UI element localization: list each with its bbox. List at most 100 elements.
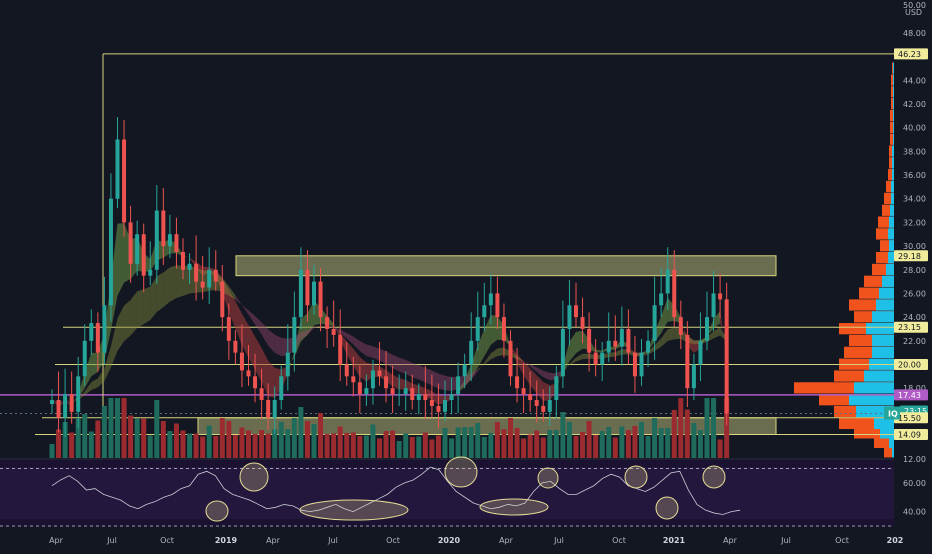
ema-ribbon-segment	[490, 314, 498, 345]
volume-bar	[173, 423, 179, 458]
volume-bar	[435, 435, 441, 458]
volume-bar	[553, 430, 559, 458]
volume-bar	[101, 406, 107, 458]
candle-body	[416, 394, 421, 401]
volume-bar	[357, 436, 363, 458]
candle-body	[384, 376, 389, 389]
volume-bar	[652, 418, 658, 458]
price-tick-label: 38.00	[903, 147, 926, 156]
volume-bar	[665, 428, 671, 458]
volume-bar	[160, 421, 166, 458]
volume-bar	[409, 437, 415, 458]
volume-bar	[658, 428, 664, 458]
volume-bar	[265, 433, 271, 458]
candle-body	[108, 198, 113, 306]
candle-body	[351, 376, 356, 383]
candle-body	[619, 328, 624, 347]
volume-profile-bar-blue	[891, 192, 894, 205]
volume-bar	[154, 400, 160, 458]
candle-body	[181, 251, 185, 270]
ema-ribbon-segment	[582, 353, 590, 360]
candle-body	[246, 370, 251, 377]
volume-bar	[462, 427, 468, 458]
candle-body	[154, 210, 159, 270]
volume-bar	[678, 398, 684, 458]
candle-body	[233, 340, 238, 353]
time-axis-label: Apr	[266, 536, 281, 545]
volume-bar	[318, 413, 324, 458]
candle-body	[469, 340, 474, 365]
rsi-highlight-ellipse	[702, 465, 726, 489]
ema-ribbon-segment	[183, 265, 190, 296]
volume-profile-bar-blue	[889, 240, 894, 252]
volume-profile-bar-blue	[892, 169, 894, 181]
candle-body	[423, 394, 428, 401]
candle-body	[364, 388, 369, 395]
volume-bar	[488, 433, 494, 458]
volume-bar	[383, 431, 389, 458]
candle-body	[213, 269, 218, 282]
candle-body	[167, 234, 172, 247]
volume-bar	[481, 437, 487, 458]
volume-bar	[599, 431, 605, 458]
candle-body	[279, 376, 284, 401]
price-marker-label: 15.50	[898, 414, 921, 423]
volume-bar	[49, 444, 55, 458]
candle-body	[95, 323, 100, 353]
candle-body	[698, 340, 703, 365]
candle-body	[266, 400, 271, 418]
volume-bar	[147, 435, 153, 458]
volume-bar	[239, 427, 245, 458]
volume-profile-bar-blue	[888, 228, 894, 240]
volume-bar	[121, 398, 127, 458]
candle-body	[626, 328, 631, 353]
candle-body	[449, 394, 454, 401]
ema-ribbon-segment	[399, 357, 406, 374]
candle-body	[239, 352, 244, 371]
volume-profile-bar-blue	[891, 180, 894, 193]
volume-bar	[134, 418, 140, 458]
volume-bar	[167, 431, 173, 458]
ema-ribbon-segment	[163, 267, 170, 308]
volume-bar	[252, 434, 258, 458]
time-axis-label: Jul	[553, 536, 564, 545]
volume-bar	[193, 433, 199, 458]
rsi-tick-label: 60.00	[903, 479, 926, 488]
candle-body	[50, 400, 54, 405]
candle-body	[331, 328, 336, 335]
time-axis-label: Jul	[780, 536, 791, 545]
time-axis-label: Apr	[49, 536, 64, 545]
candle-body	[76, 376, 81, 412]
volume-bar	[501, 429, 507, 458]
volume-profile-bar-blue	[893, 86, 894, 98]
symbol-badge-label: IQ	[888, 410, 898, 419]
candle-body	[148, 269, 153, 276]
candle-body	[547, 400, 552, 412]
candle-body	[115, 139, 120, 199]
volume-bar	[278, 422, 284, 458]
volume-bar	[684, 409, 690, 458]
candle-body	[613, 340, 618, 347]
ema-ribbon-segment	[274, 334, 282, 356]
volume-bar	[363, 435, 369, 458]
volume-bar	[180, 430, 186, 458]
rsi-highlight-ellipse	[205, 500, 229, 522]
volume-bar	[200, 436, 206, 458]
volume-bar	[344, 433, 350, 458]
volume-bar	[403, 433, 409, 458]
rsi-highlight-ellipse	[479, 498, 549, 516]
candle-body	[587, 328, 592, 353]
volume-bar	[593, 435, 599, 458]
candle-body	[606, 340, 611, 353]
price-tick-label: 22.00	[903, 337, 926, 346]
time-axis-label: Oct	[386, 536, 400, 545]
volume-bar	[586, 421, 592, 458]
volume-profile-bar-blue	[893, 62, 894, 74]
volume-bar	[521, 438, 527, 458]
candle-body	[226, 317, 231, 341]
candle-body	[128, 222, 133, 264]
candle-body	[652, 305, 657, 341]
volume-bar	[632, 426, 638, 458]
volume-profile-bar-blue	[893, 133, 894, 145]
ema-ribbon-segment	[137, 289, 144, 329]
